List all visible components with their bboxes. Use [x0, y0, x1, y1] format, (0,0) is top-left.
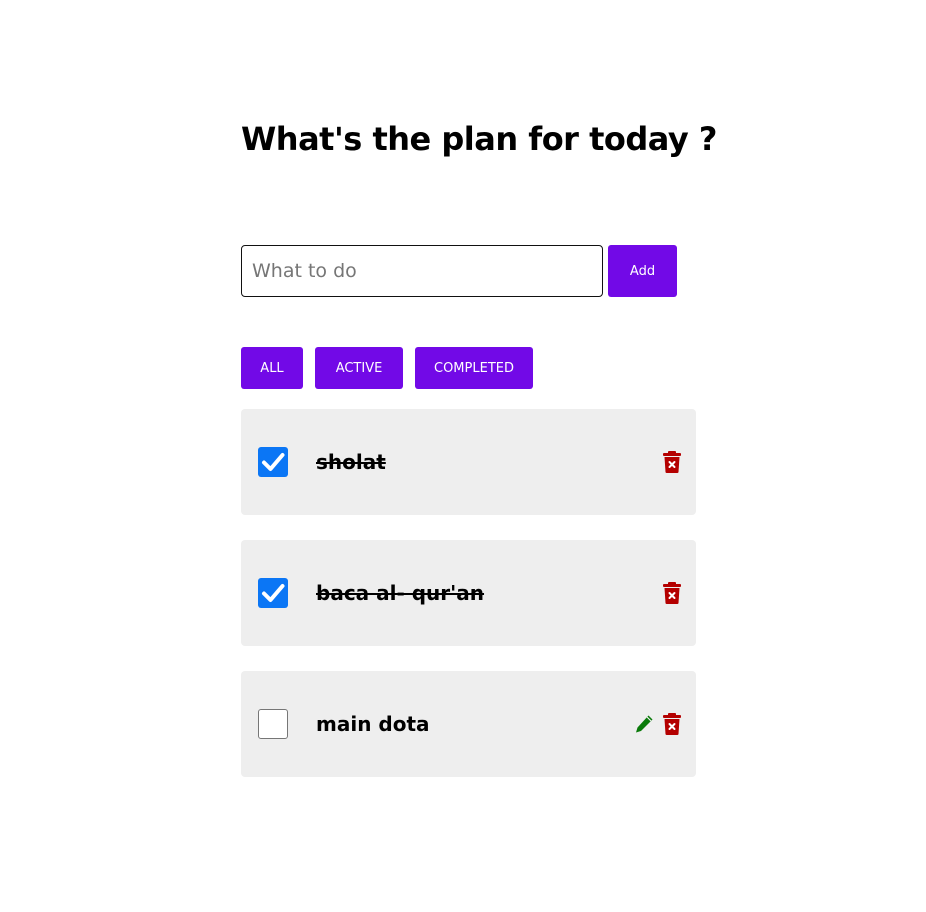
trash-icon[interactable] [661, 712, 683, 736]
todo-item: sholat [241, 409, 696, 515]
filter-completed-button[interactable]: COMPLETED [415, 347, 533, 389]
todo-text: main dota [316, 712, 430, 736]
filter-all-button[interactable]: ALL [241, 347, 303, 389]
todo-text: baca al- qur'an [316, 581, 485, 605]
add-todo-form: Add [241, 245, 677, 297]
checkmark-icon [262, 453, 285, 471]
todo-item: main dota [241, 671, 696, 777]
todo-checkbox[interactable] [258, 447, 288, 477]
checkmark-icon [262, 584, 285, 602]
trash-icon[interactable] [661, 450, 683, 474]
todo-input[interactable] [241, 245, 603, 297]
trash-icon[interactable] [661, 581, 683, 605]
todo-checkbox[interactable] [258, 578, 288, 608]
todo-text: sholat [316, 450, 386, 474]
pencil-icon[interactable] [633, 712, 655, 736]
page-title: What's the plan for today ? [241, 120, 717, 158]
add-button[interactable]: Add [608, 245, 677, 297]
todo-item: baca al- qur'an [241, 540, 696, 646]
todo-checkbox[interactable] [258, 709, 288, 739]
filter-active-button[interactable]: ACTIVE [315, 347, 403, 389]
